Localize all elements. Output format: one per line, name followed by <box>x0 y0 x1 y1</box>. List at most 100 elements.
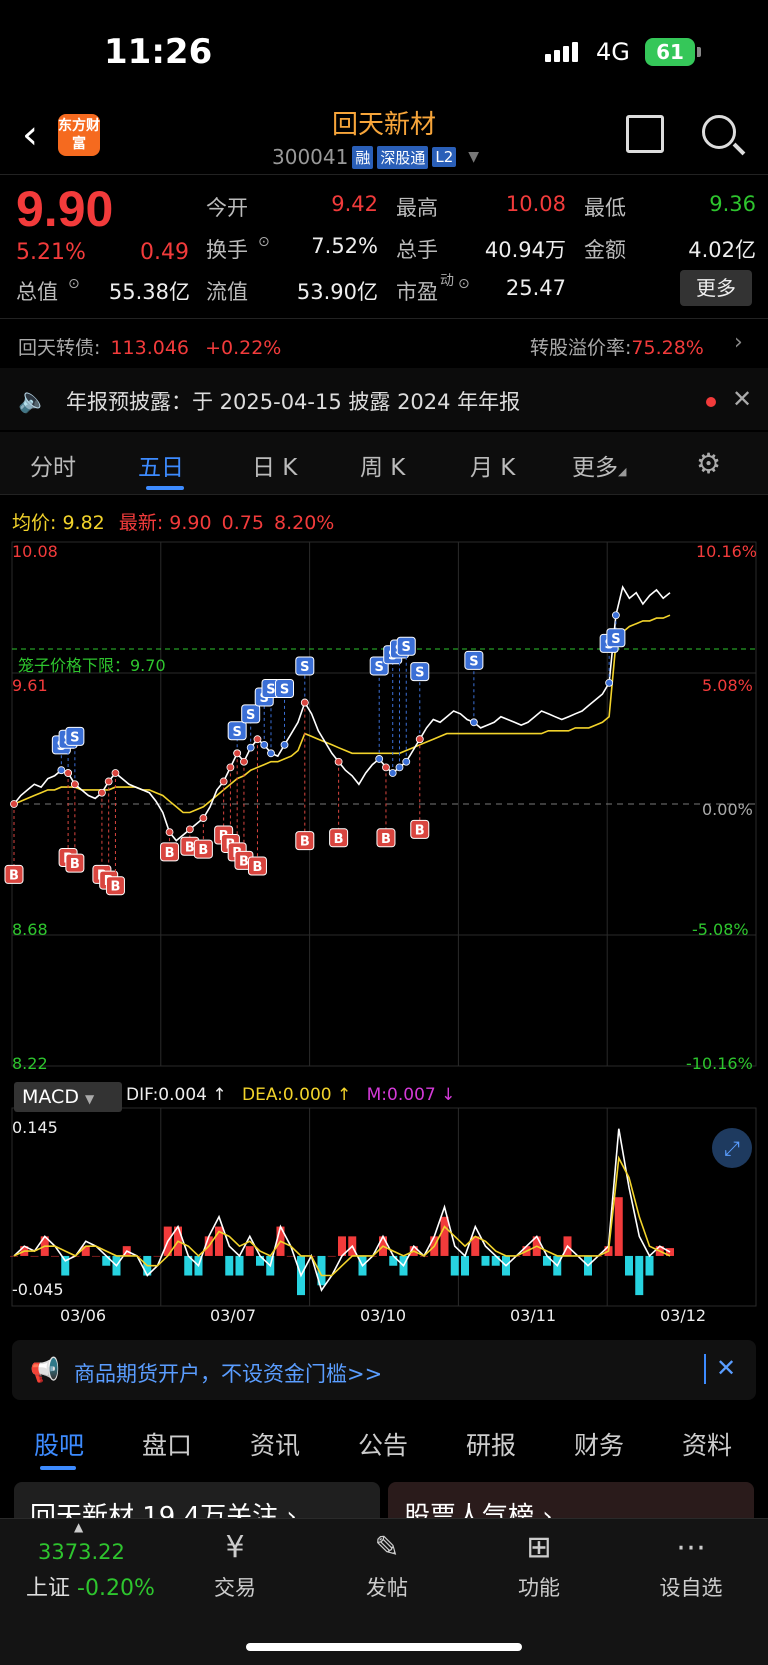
stock-code: 300041 <box>272 145 349 169</box>
subtab-finance[interactable]: 财务 <box>574 1426 624 1462</box>
tab-more[interactable]: 更多◢ <box>572 448 626 482</box>
tag-level2: L2 <box>432 147 457 167</box>
x-tick: 03/12 <box>660 1306 707 1325</box>
subtab-research[interactable]: 研报 <box>466 1426 516 1462</box>
latest-change: 0.75 <box>221 512 264 534</box>
macd-bar <box>30 1255 39 1257</box>
tab-daily-k[interactable]: 日 K <box>252 448 297 482</box>
stock-code-row[interactable]: 300041 融 深股通 L2 ▼ <box>272 145 479 169</box>
y-tick-right: -5.08% <box>692 920 749 939</box>
buy-marker-dot <box>334 757 343 766</box>
buy-marker-dot <box>415 735 424 744</box>
latest-label: 最新: <box>118 512 164 534</box>
premium-rate[interactable]: 转股溢价率:75.28% <box>530 333 704 360</box>
tab-more-label: 更多 <box>572 455 618 481</box>
battery-icon: 61 <box>645 38 695 66</box>
gear-icon[interactable]: ⚙ <box>696 447 721 480</box>
macd-y-top: 0.145 <box>12 1118 58 1137</box>
mktcap-value: 55.38亿 <box>108 280 190 304</box>
sell-marker-label: S <box>266 682 275 697</box>
tab-intraday[interactable]: 分时 <box>30 448 76 482</box>
y-tick-right: 0.00% <box>702 800 753 819</box>
buy-marker-dot <box>70 780 79 789</box>
nav-functions[interactable]: ⊞ 功能 <box>484 1528 594 1602</box>
macd-bar <box>450 1255 459 1276</box>
sell-marker-label: S <box>246 708 255 723</box>
divider <box>0 494 768 495</box>
bond-price: 113.046 <box>110 337 190 359</box>
tab-weekly-k[interactable]: 周 K <box>360 448 405 482</box>
expand-icon[interactable]: ⤢ <box>712 1128 752 1168</box>
buy-marker-dot <box>10 800 18 808</box>
pe-label: 市盈 <box>396 280 438 304</box>
amount-value: 4.02亿 <box>688 238 756 262</box>
info-icon[interactable]: ⊙ <box>458 276 470 292</box>
nav-post[interactable]: ✎ 发帖 <box>332 1528 442 1602</box>
subtab-announcements[interactable]: 公告 <box>358 1426 408 1462</box>
sell-marker-label: S <box>300 660 309 675</box>
index-row[interactable]: 上证 -0.20% <box>26 1570 155 1602</box>
index-name: 上证 <box>26 1576 71 1601</box>
close-icon[interactable]: ✕ <box>716 1354 736 1382</box>
subtab-profile[interactable]: 资料 <box>682 1426 732 1462</box>
avg-value: 9.82 <box>62 512 105 534</box>
turnover-label: 换手 <box>206 238 248 262</box>
info-icon[interactable]: ⊙ <box>258 234 270 250</box>
index-value[interactable]: 3373.22 <box>38 1540 125 1564</box>
tab-monthly-k[interactable]: 月 K <box>470 448 515 482</box>
open-label: 今开 <box>206 196 248 220</box>
chart-legend: 均价: 9.82 最新: 9.90 0.75 8.20% <box>12 508 334 535</box>
y-tick-left: 10.08 <box>12 542 58 561</box>
y-tick-right: -10.16% <box>686 1054 753 1073</box>
macd-label: MACD <box>22 1086 79 1108</box>
sell-marker-label: S <box>280 682 289 697</box>
ad-separator <box>704 1354 706 1384</box>
pe-value: 25.47 <box>505 276 566 300</box>
buy-marker-label: B <box>381 832 391 847</box>
tab-five-day[interactable]: 五日 <box>138 448 184 482</box>
close-icon[interactable]: ✕ <box>732 385 752 413</box>
info-icon[interactable]: ⊙ <box>68 276 80 292</box>
float-cap-value: 53.90亿 <box>296 280 378 304</box>
avg-price-line <box>13 614 671 814</box>
sell-marker-label: S <box>232 725 241 740</box>
low-value: 9.36 <box>709 192 756 216</box>
x-tick: 03/11 <box>510 1306 557 1325</box>
y-tick-right: 10.16% <box>696 542 758 561</box>
buy-marker-dot <box>199 814 208 822</box>
nav-trade-label: 交易 <box>214 1576 256 1600</box>
subtab-orderbook[interactable]: 盘口 <box>142 1426 192 1462</box>
buy-marker-dot <box>382 763 390 772</box>
volume-value: 40.94万 <box>484 238 566 262</box>
macd-bar <box>153 1255 162 1257</box>
notice-text[interactable]: 年报预披露：于 2025-04-15 披露 2024 年年报 <box>66 386 520 416</box>
macd-selector[interactable]: MACD ▼ <box>14 1082 122 1112</box>
home-indicator <box>246 1643 522 1651</box>
nav-watchlist[interactable]: ⋯ 设自选 <box>636 1528 746 1602</box>
premium-label: 转股溢价率: <box>530 337 632 359</box>
float-cap-label: 流值 <box>206 280 248 304</box>
sell-marker-dot <box>267 749 275 758</box>
dea-line <box>13 1155 671 1277</box>
macd-bar <box>92 1255 100 1257</box>
nav-trade[interactable]: ¥ 交易 <box>180 1528 290 1602</box>
more-button[interactable]: 更多 <box>680 270 752 306</box>
chevron-right-icon[interactable]: › <box>734 330 743 355</box>
share-icon[interactable] <box>626 115 664 153</box>
macd-bar <box>635 1255 644 1296</box>
search-icon[interactable] <box>702 115 736 149</box>
turnover-value: 7.52% <box>311 234 378 258</box>
subtab-news[interactable]: 资讯 <box>250 1426 300 1462</box>
bond-row[interactable]: 回天转债: 113.046 +0.22% <box>18 333 281 360</box>
ad-text[interactable]: 商品期货开户，不设资金门槛>> <box>74 1358 382 1388</box>
price-line <box>13 585 671 842</box>
buy-marker-dot <box>300 698 309 707</box>
macd-frame <box>11 1107 757 1307</box>
subtab-forum[interactable]: 股吧 <box>34 1426 84 1462</box>
sell-marker-dot <box>280 740 289 749</box>
speaker-icon: 🔈 <box>18 386 48 414</box>
index-change: -0.20% <box>77 1576 155 1601</box>
macd-bar <box>645 1255 654 1276</box>
buy-marker-label: B <box>334 832 344 847</box>
macd-bar <box>491 1255 500 1266</box>
